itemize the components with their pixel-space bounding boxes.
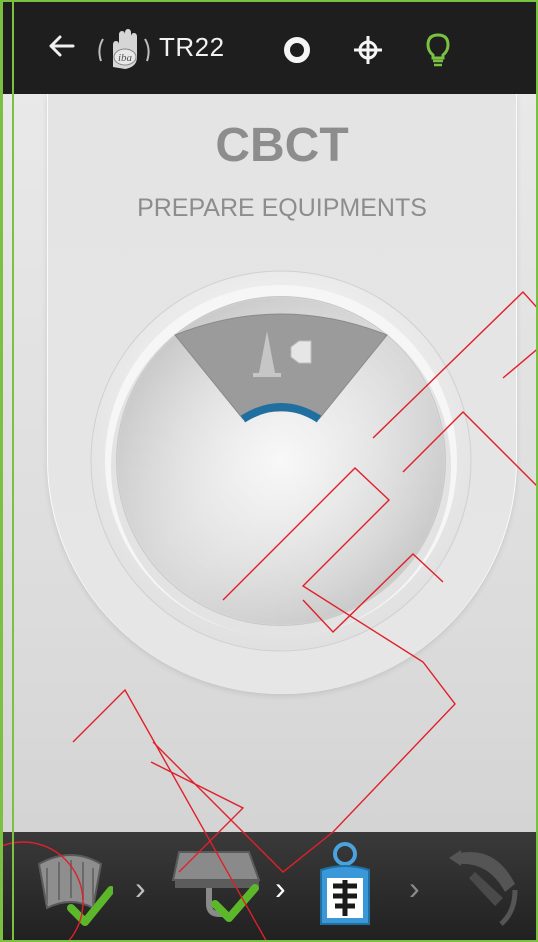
patient-imaging-step-icon[interactable] (313, 838, 377, 935)
iba-hand-logo: iba (95, 27, 153, 71)
gantry-rotation-step-icon[interactable] (445, 844, 525, 933)
couch-step-icon[interactable] (171, 844, 261, 933)
crosshair-icon[interactable] (353, 35, 383, 65)
back-arrow-icon[interactable] (43, 28, 79, 64)
room-title: TR22 (159, 32, 225, 62)
step-chevron: › (275, 870, 286, 906)
top-bar: iba TR22 (3, 2, 536, 94)
workflow-bar: › › › (3, 832, 536, 940)
gantry-detector-step-icon[interactable] (31, 844, 115, 933)
app-frame: iba TR22 CBCT PREPARE EQUIPMENTS › › › (0, 0, 538, 942)
light-bulb-icon[interactable] (423, 32, 453, 68)
ring-icon[interactable] (283, 36, 311, 64)
step-label: PREPARE EQUIPMENTS (137, 194, 427, 222)
mode-title: CBCT (215, 119, 349, 172)
step-chevron: › (409, 870, 420, 906)
frame-line (12, 2, 14, 940)
control-dial[interactable] (89, 269, 473, 653)
svg-text:iba: iba (118, 52, 133, 64)
step-chevron: › (135, 870, 146, 906)
